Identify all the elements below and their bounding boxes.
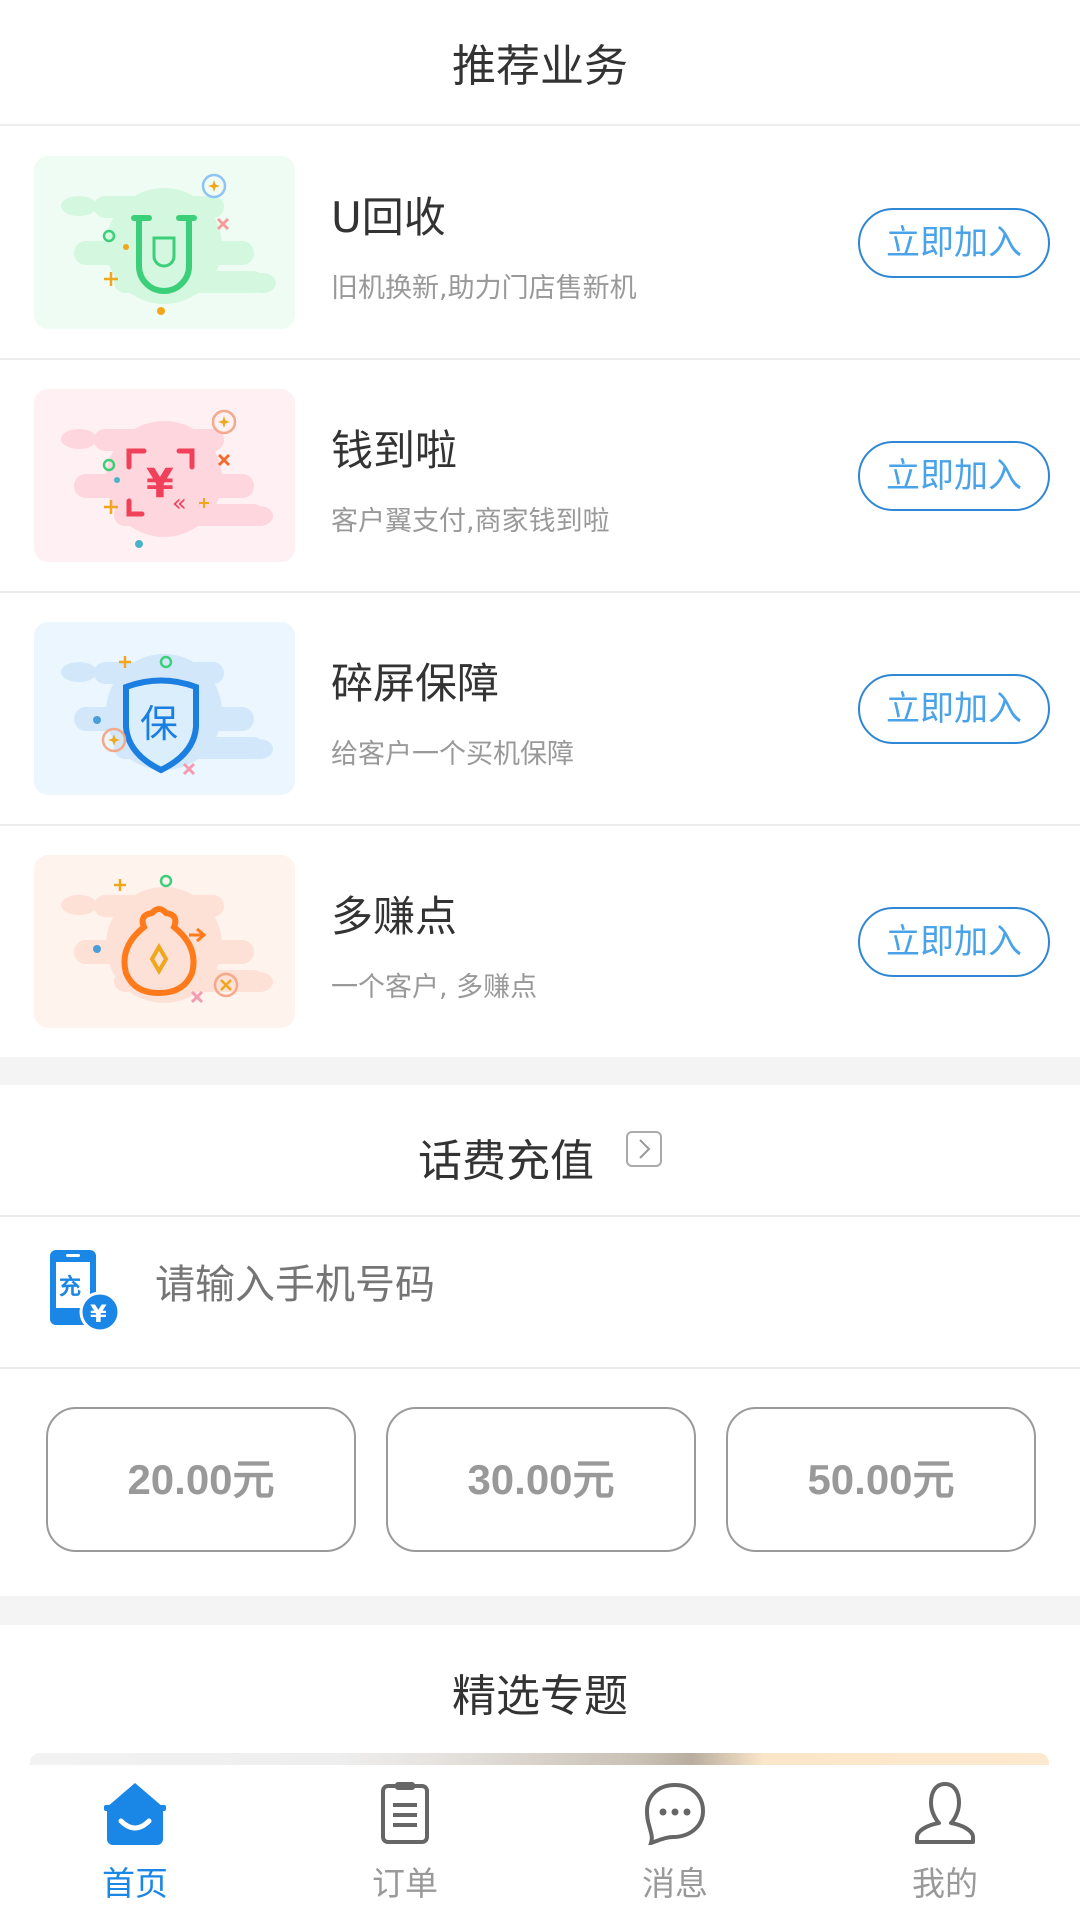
business-item-screen-protection[interactable]: 保 碎屏保障 给客户一个买机保障 立即加入 — [0, 592, 1080, 825]
business-subtitle: 客户翼支付,商家钱到啦 — [331, 506, 610, 537]
money-bag-icon — [34, 855, 295, 1028]
business-subtitle: 给客户一个买机保障 — [331, 739, 574, 770]
user-icon — [913, 1781, 977, 1845]
recharge-section-title: 话费充值 — [418, 1136, 594, 1187]
chat-bubble-icon — [643, 1781, 707, 1847]
svg-text:保: 保 — [140, 702, 178, 746]
phone-recharge-icon: 充 ¥ — [50, 1250, 121, 1333]
tab-orders[interactable]: 订单 — [270, 1765, 540, 1920]
tab-messages[interactable]: 消息 — [540, 1765, 810, 1920]
svg-text:¥: ¥ — [146, 461, 174, 507]
join-now-button[interactable]: 立即加入 — [858, 907, 1050, 977]
svg-text:¥: ¥ — [90, 1300, 107, 1328]
tab-label: 首页 — [102, 1864, 168, 1903]
amount-option-50[interactable]: 50.00元 — [726, 1407, 1036, 1552]
join-now-button[interactable]: 立即加入 — [858, 674, 1050, 744]
amount-option-20[interactable]: 20.00元 — [46, 1407, 356, 1552]
tab-label: 消息 — [642, 1864, 708, 1903]
recommend-section-title: 推荐业务 — [452, 41, 628, 92]
home-icon — [103, 1781, 167, 1845]
business-subtitle: 一个客户, 多赚点 — [331, 972, 538, 1003]
tab-home[interactable]: 首页 — [0, 1765, 270, 1920]
tab-profile[interactable]: 我的 — [810, 1765, 1080, 1920]
clipboard-icon — [373, 1781, 437, 1845]
phone-number-input[interactable] — [153, 1262, 957, 1309]
join-now-button[interactable]: 立即加入 — [858, 208, 1050, 278]
tab-label: 订单 — [372, 1864, 438, 1903]
featured-section-title: 精选专题 — [452, 1671, 628, 1722]
join-now-button[interactable]: 立即加入 — [858, 441, 1050, 511]
u-recycle-icon — [34, 156, 295, 329]
business-item-earn-more[interactable]: 多赚点 一个客户, 多赚点 立即加入 — [0, 825, 1080, 1058]
section-gap — [0, 1596, 1080, 1625]
chevron-right-icon[interactable] — [626, 1131, 662, 1167]
amount-option-30[interactable]: 30.00元 — [386, 1407, 696, 1552]
tab-label: 我的 — [912, 1864, 978, 1903]
shield-icon: 保 — [34, 622, 295, 795]
bottom-tab-bar: 首页 订单 消息 我的 — [0, 1765, 1080, 1920]
business-title: U回收 — [331, 193, 446, 242]
yuan-scan-icon: ¥ « — [34, 389, 295, 562]
business-item-u-recycle[interactable]: U回收 旧机换新,助力门店售新机 立即加入 — [0, 126, 1080, 359]
business-title: 多赚点 — [331, 892, 458, 941]
section-gap — [0, 1057, 1080, 1085]
business-title: 碎屏保障 — [331, 659, 500, 708]
svg-text:充: 充 — [59, 1274, 81, 1300]
business-subtitle: 旧机换新,助力门店售新机 — [331, 273, 637, 304]
business-item-money-arrived[interactable]: ¥ « 钱到啦 客户翼支付,商家钱到啦 立即加入 — [0, 359, 1080, 592]
recharge-header[interactable]: 话费充值 — [0, 1085, 1080, 1215]
divider — [0, 1367, 1080, 1369]
phone-input-row[interactable]: 充 ¥ — [0, 1217, 1080, 1367]
business-title: 钱到啦 — [331, 426, 458, 475]
svg-text:«: « — [172, 489, 187, 517]
